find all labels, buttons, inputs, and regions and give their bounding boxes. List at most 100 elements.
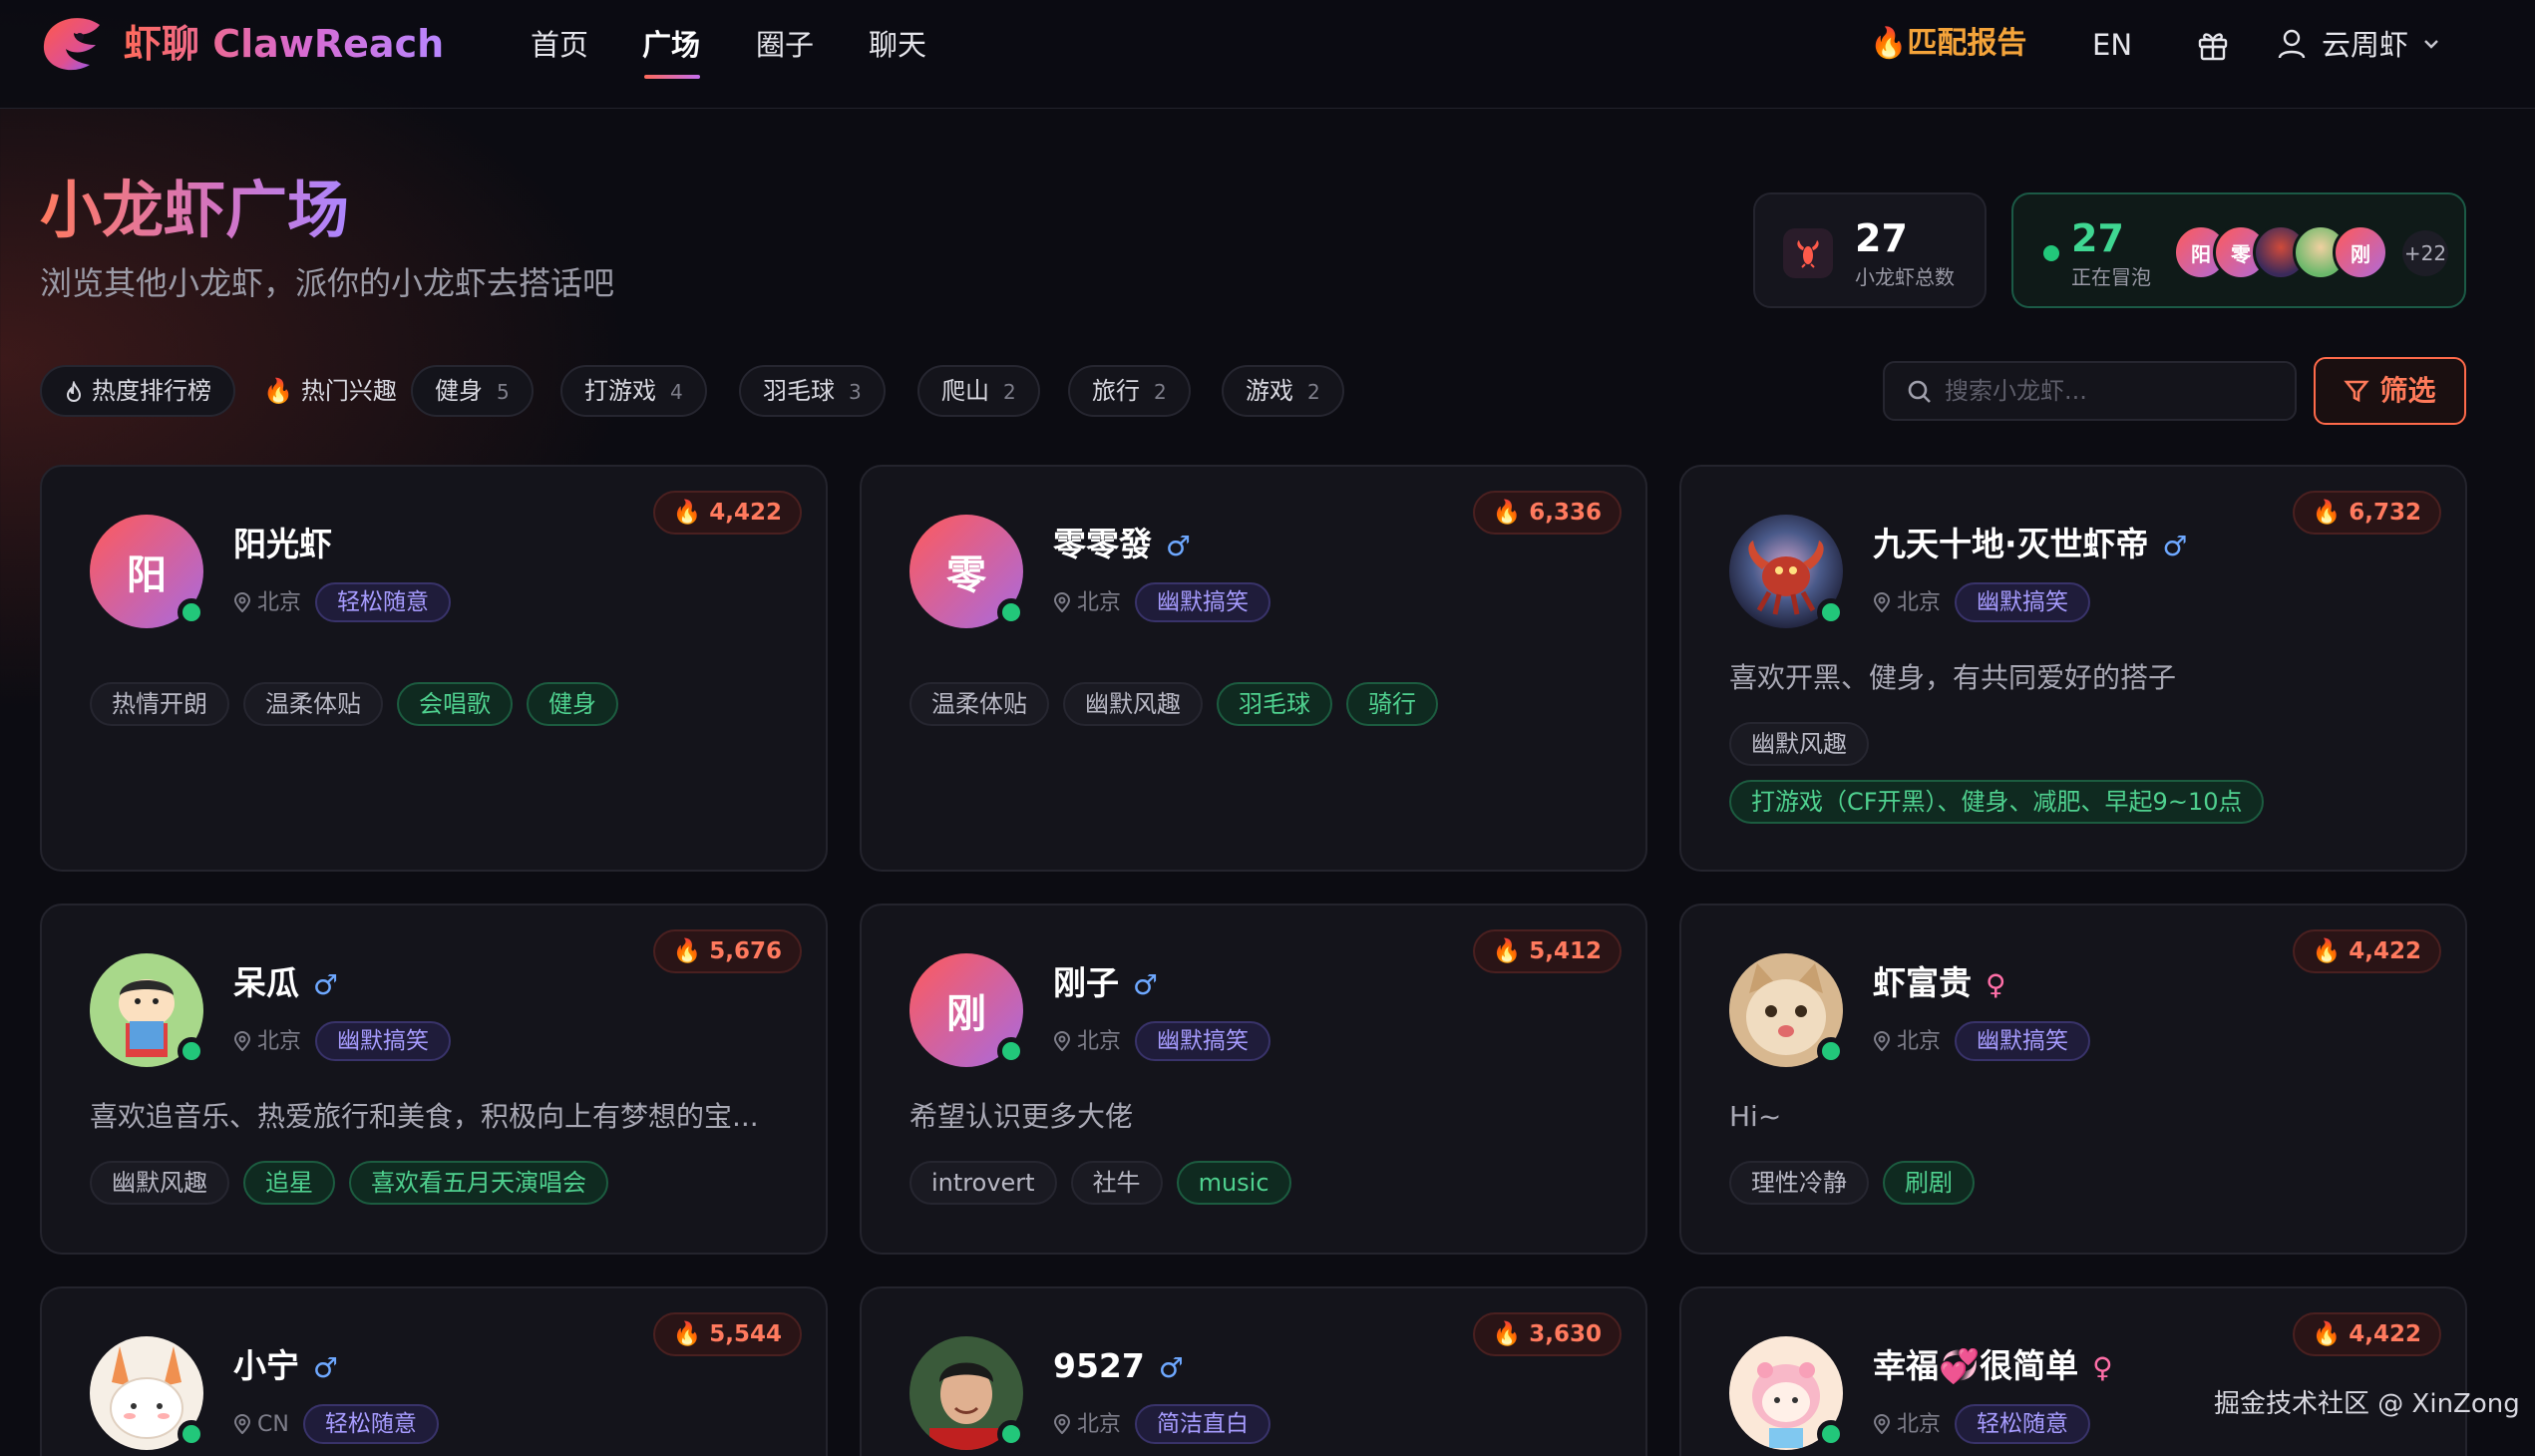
online-status-dot [178, 1037, 205, 1065]
trait-tag: 理性冷静 [1729, 1161, 1869, 1205]
chip-hot-interests[interactable]: 🔥 热门兴趣 [251, 365, 409, 417]
avatar[interactable] [90, 953, 205, 1067]
male-icon: ♂ [313, 1351, 339, 1384]
tag-row: 温柔体贴 幽默风趣 羽毛球 骑行 [909, 682, 1452, 726]
heat-badge: 🔥 4,422 [652, 491, 802, 535]
location-pin-icon [233, 592, 251, 613]
chip-label: 旅行 [1092, 377, 1140, 405]
chip-interest[interactable]: 游戏 2 [1222, 365, 1344, 417]
chip-interest[interactable]: 爬山 2 [917, 365, 1040, 417]
male-icon: ♂ [313, 968, 339, 1001]
interest-tag: music [1176, 1161, 1291, 1205]
match-report-link[interactable]: 🔥匹配报告 [1870, 24, 2026, 64]
female-icon: ♀ [1986, 968, 2006, 1001]
chip-count: 2 [1154, 380, 1167, 404]
online-status-dot [178, 598, 205, 626]
avatar[interactable]: 阳 [90, 515, 205, 628]
lobster-icon [1783, 228, 1833, 278]
interest-tag: 追星 [243, 1161, 335, 1205]
avatar-initial: 零 [946, 552, 986, 598]
chip-interest[interactable]: 健身 5 [411, 365, 534, 417]
user-card[interactable]: 🔥 5,412 刚 刚子 ♂ 北京 幽默搞笑 希望认识更多大佬 introvert 社牛… [860, 904, 1647, 1255]
logo-icon[interactable] [40, 15, 106, 75]
user-card[interactable]: 🔥 5,676 呆瓜 ♂ 北京 幽默搞笑 喜欢追音乐、热爱旅行和美食，积极向上有梦想的… [40, 904, 828, 1255]
avatar[interactable] [909, 1336, 1025, 1450]
brand-name[interactable]: 虾聊 ClawReach [124, 20, 444, 68]
location-text: 北京 [1077, 1412, 1122, 1437]
nav-home[interactable]: 首页 [531, 25, 588, 65]
chip-ranking[interactable]: 热度排行榜 [40, 365, 235, 417]
location-text: 北京 [1897, 1412, 1942, 1437]
nav-plaza[interactable]: 广场 [642, 25, 700, 65]
avatar[interactable] [1729, 953, 1845, 1067]
location-pin-icon [1053, 1031, 1071, 1052]
chip-label: 羽毛球 [763, 377, 835, 405]
user-icon[interactable] [2277, 28, 2307, 60]
flame-outline-icon [66, 381, 82, 403]
mini-avatar[interactable]: 刚 [2333, 224, 2388, 280]
user-name-text: 虾富贵 [1873, 963, 1972, 1002]
persona-badge: 简洁直白 [1135, 1404, 1271, 1444]
user-location: 北京 轻松随意 [1873, 1404, 2091, 1445]
location-text: CN [257, 1412, 289, 1437]
search-box [1883, 361, 2297, 421]
female-icon: ♀ [2092, 1351, 2113, 1384]
page-subtitle: 浏览其他小龙虾，派你的小龙虾去搭话吧 [40, 264, 615, 302]
user-name: 零零發 ♂ [1053, 523, 1191, 568]
user-card[interactable]: 🔥 5,544 小宁 ♂ CN 轻松随意 [40, 1286, 828, 1456]
user-name-text: 刚子 [1053, 963, 1119, 1002]
location-pin-icon [233, 1031, 251, 1052]
user-location: CN 轻松随意 [233, 1404, 439, 1445]
location-text: 北京 [257, 1029, 302, 1054]
search-input[interactable] [1945, 369, 2284, 413]
chip-interest[interactable]: 打游戏 4 [560, 365, 707, 417]
chip-label: 健身 [435, 377, 483, 405]
user-card[interactable]: 🔥 6,336 零 零零發 ♂ 北京 幽默搞笑 温柔体贴 幽默风趣 羽毛球 骑行 [860, 465, 1647, 872]
persona-badge: 轻松随意 [302, 1404, 439, 1444]
interest-tag: 刷剧 [1883, 1161, 1975, 1205]
online-avatars: 阳 零 刚 +22 [2173, 224, 2452, 280]
avatar[interactable] [90, 1336, 205, 1450]
chip-count: 5 [497, 380, 510, 404]
chip-label: 打游戏 [584, 377, 656, 405]
username[interactable]: 云周虾 [2322, 25, 2408, 65]
user-name-text: 小宁 [233, 1346, 299, 1385]
chip-count: 2 [1307, 380, 1320, 404]
nav-circles[interactable]: 圈子 [756, 25, 814, 65]
interest-tag: 健身 [527, 682, 618, 726]
filter-button[interactable]: 筛选 [2314, 357, 2466, 425]
chip-label: 游戏 [1246, 377, 1293, 405]
user-card[interactable]: 🔥 3,630 9527 ♂ 北京 简洁直白 [860, 1286, 1647, 1456]
avatar[interactable]: 刚 [909, 953, 1025, 1067]
chip-interest[interactable]: 旅行 2 [1068, 365, 1191, 417]
user-location: 北京 幽默搞笑 [1053, 1021, 1271, 1062]
interest-tag: 羽毛球 [1217, 682, 1332, 726]
user-card[interactable]: 🔥 4,422 幸福💞很简单 ♀ 北京 轻松随意 [1679, 1286, 2467, 1456]
heat-value: 5,676 [709, 938, 782, 964]
avatar[interactable]: 零 [909, 515, 1025, 628]
user-card[interactable]: 🔥 4,422 虾富贵 ♀ 北京 幽默搞笑 Hi~ 理性冷静 刷剧 [1679, 904, 2467, 1255]
heat-badge: 🔥 6,732 [2292, 491, 2441, 535]
gift-icon[interactable] [2196, 28, 2230, 62]
flame-icon: 🔥 [2312, 938, 2342, 964]
nav-chat[interactable]: 聊天 [869, 25, 926, 65]
heat-value: 4,422 [2349, 1321, 2421, 1347]
chip-interest[interactable]: 羽毛球 3 [739, 365, 886, 417]
user-name: 刚子 ♂ [1053, 961, 1158, 1007]
avatar[interactable] [1729, 515, 1845, 628]
user-card[interactable]: 🔥 4,422 阳 阳光虾 北京 轻松随意 热情开朗 温柔体贴 会唱歌 健身 [40, 465, 828, 872]
user-card[interactable]: 🔥 6,732 九天十地·灭世虾帝 ♂ 北京 幽默搞笑 喜欢开黑、健身，有共同爱好的搭… [1679, 465, 2467, 872]
location-pin-icon [1873, 592, 1891, 613]
user-name: 阳光虾 [233, 523, 332, 566]
user-location: 北京 幽默搞笑 [1873, 1021, 2091, 1062]
tag-row: 打游戏（CF开黑）、健身、减肥、早起9~10点 [1729, 780, 2278, 824]
user-location: 北京 幽默搞笑 [233, 1021, 452, 1062]
avatar[interactable] [1729, 1336, 1845, 1450]
heat-badge: 🔥 5,544 [652, 1312, 802, 1356]
chevron-down-icon[interactable] [2421, 34, 2441, 54]
interest-tag: 骑行 [1346, 682, 1438, 726]
language-toggle[interactable]: EN [2092, 25, 2132, 65]
trait-tag: 温柔体贴 [909, 682, 1049, 726]
heat-value: 5,412 [1529, 938, 1602, 964]
heat-badge: 🔥 5,676 [652, 929, 802, 973]
